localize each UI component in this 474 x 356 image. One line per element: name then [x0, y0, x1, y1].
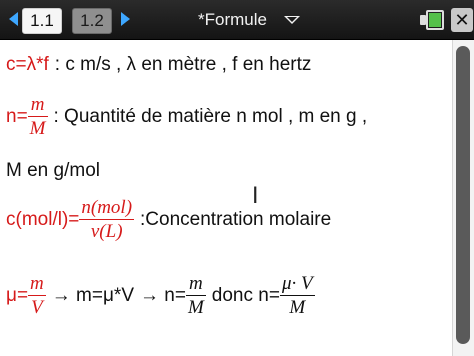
formula-line-3: M en g/mol — [6, 160, 100, 182]
formula-speed: c=λ*f — [6, 54, 49, 75]
formula-step: → n= — [140, 285, 186, 306]
scrollbar-thumb[interactable] — [456, 46, 470, 344]
fraction: m V — [28, 274, 46, 318]
close-button[interactable]: ✕ — [451, 8, 473, 32]
formula-description: :Concentration molaire — [140, 209, 332, 230]
battery-icon — [420, 10, 446, 30]
fraction: n(mol) v(L) — [79, 197, 135, 242]
formula-description: M en g/mol — [6, 160, 100, 181]
formula-lhs: n= — [6, 106, 28, 127]
formula-line-4: c(mol/l)= n(mol) v(L) :Concentration mol… — [6, 198, 331, 242]
formula-step: → m=μ*V — [51, 285, 134, 306]
document-title[interactable]: *Formule — [198, 9, 267, 31]
fraction-denominator: V — [31, 297, 43, 318]
fraction-numerator: μ· V — [281, 273, 313, 294]
tab-bar: 1.1 1.2 *Formule ✕ — [0, 0, 474, 40]
fraction-denominator: M — [187, 297, 204, 318]
notes-editor[interactable]: c=λ*f : c m/s , λ en mètre , f en hertz … — [0, 40, 452, 356]
formula-line-5: μ= m V → m=μ*V → n= m M donc n= μ· V M — [6, 274, 315, 318]
formula-line-1: c=λ*f : c m/s , λ en mètre , f en hertz — [6, 54, 311, 76]
fraction: m M — [27, 94, 48, 139]
formula-description: : Quantité de matière n mol , m en g , — [53, 106, 368, 127]
next-page-arrow-icon[interactable] — [121, 12, 130, 26]
fraction-denominator: M — [289, 297, 306, 318]
fraction-denominator: M — [29, 118, 46, 139]
fraction-numerator: m — [30, 94, 45, 115]
fraction-denominator: v(L) — [90, 221, 123, 242]
previous-page-arrow-icon[interactable] — [9, 12, 18, 26]
fraction: μ· V M — [279, 273, 315, 318]
formula-lhs: μ= — [6, 285, 29, 306]
text-cursor-icon: I — [252, 184, 259, 209]
tab-1-1[interactable]: 1.1 — [22, 8, 62, 34]
formula-line-2: n= m M : Quantité de matière n mol , m e… — [6, 95, 367, 139]
chevron-down-icon[interactable] — [284, 16, 300, 24]
fraction: m M — [185, 273, 206, 318]
formula-lhs: c(mol/l)= — [6, 209, 80, 230]
fraction-numerator: m — [189, 273, 203, 294]
fraction-numerator: m — [30, 273, 44, 294]
formula-description: : c m/s , λ en mètre , f en hertz — [54, 54, 312, 75]
fraction-numerator: n(mol) — [81, 197, 133, 218]
tab-1-2[interactable]: 1.2 — [72, 8, 112, 34]
formula-step: donc n= — [211, 285, 280, 306]
